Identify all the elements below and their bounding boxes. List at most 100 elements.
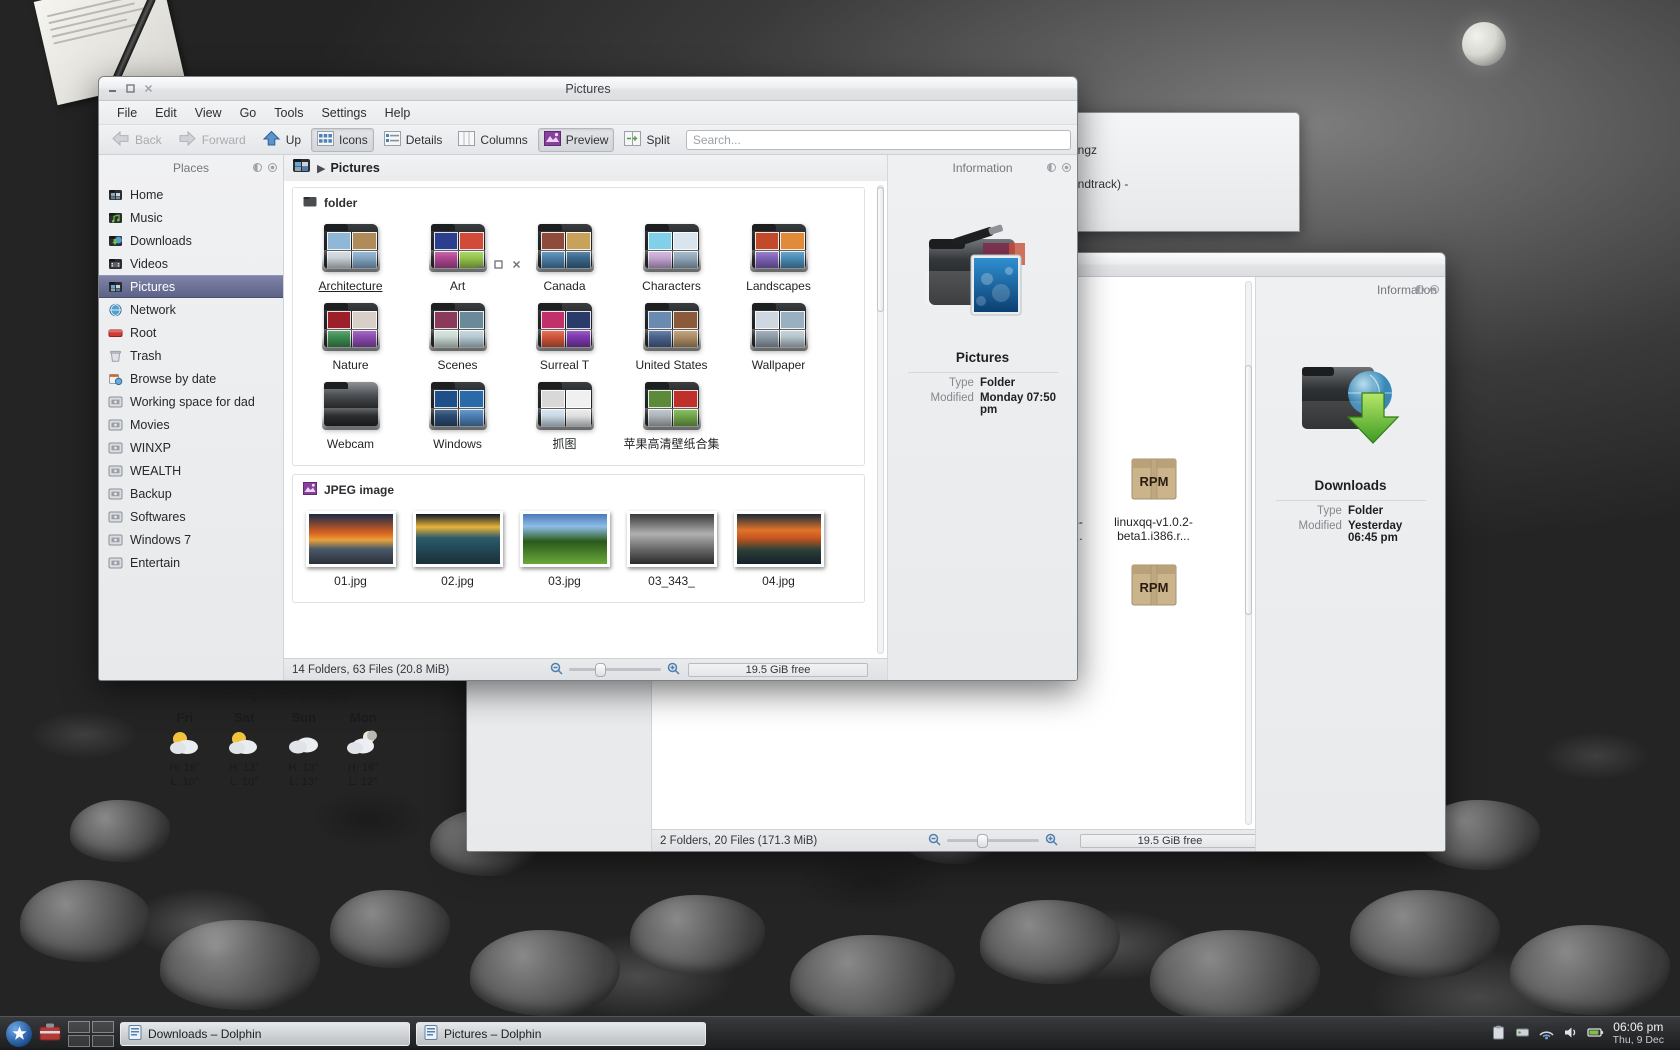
split-view-button[interactable]: Split	[618, 128, 675, 152]
pictures-menubar[interactable]: File Edit View Go Tools Settings Help	[99, 101, 1077, 125]
maximize-button[interactable]	[124, 82, 137, 95]
image-file-item[interactable]: 01.jpg	[297, 505, 404, 592]
taskbar-task-pictures[interactable]: Pictures – Dolphin	[416, 1021, 706, 1046]
sidebar-item-movies[interactable]: Movies	[99, 413, 283, 436]
folder-item[interactable]: Surreal T	[511, 297, 618, 376]
search-input[interactable]: Search...	[685, 129, 1071, 150]
sidebar-item-videos[interactable]: Videos	[99, 252, 283, 275]
folder-item[interactable]: Characters	[618, 218, 725, 297]
menu-file[interactable]: File	[109, 103, 145, 123]
folder-item[interactable]: Scenes	[404, 297, 511, 376]
file-item[interactable]: RPM	[1100, 553, 1207, 618]
downloads-zoom-slider[interactable]	[928, 833, 1058, 849]
sidebar-item-entertain[interactable]: Entertain	[99, 551, 283, 574]
pictures-information-panel[interactable]: Information Pictures Type Folder Modifie…	[887, 155, 1077, 680]
menu-help[interactable]: Help	[377, 103, 419, 123]
taskbar-task-downloads[interactable]: Downloads – Dolphin	[120, 1021, 410, 1046]
image-file-item[interactable]: 04.jpg	[725, 505, 832, 592]
zoom-in-icon[interactable]	[1045, 833, 1058, 849]
places-header-buttons[interactable]	[253, 161, 277, 175]
pictures-file-view[interactable]: folder Architecture Art Canada Characters Lan…	[284, 181, 887, 658]
sidebar-item-backup[interactable]: Backup	[99, 482, 283, 505]
background-window[interactable]: ongz undtrack) -	[1060, 112, 1300, 232]
panel-close-icon[interactable]	[1062, 161, 1071, 175]
folder-item[interactable]: Nature	[297, 297, 404, 376]
view-mode-details-button[interactable]: Details	[378, 128, 449, 152]
sidebar-item-root[interactable]: Root	[99, 321, 283, 344]
folder-item[interactable]: 抓图	[511, 376, 618, 455]
close-button[interactable]	[142, 82, 155, 95]
zoom-out-icon[interactable]	[550, 662, 563, 678]
maximize-button[interactable]	[492, 258, 505, 271]
minimize-button[interactable]	[474, 258, 487, 271]
group-items[interactable]: Architecture Art Canada Characters Landscape…	[297, 218, 860, 455]
pictures-dolphin-window[interactable]: Pictures File Edit View Go Tools Setting…	[98, 76, 1078, 681]
device-notifier-icon[interactable]	[1515, 1025, 1530, 1043]
zoom-track[interactable]	[569, 663, 661, 677]
taskbar-clock[interactable]: 06:06 pm Thu, 9 Dec	[1613, 1020, 1668, 1047]
up-button[interactable]: Up	[256, 127, 307, 153]
folder-item[interactable]: United States	[618, 297, 725, 376]
panel-collapse-icon[interactable]	[253, 161, 262, 175]
sidebar-item-home[interactable]: Home	[99, 183, 283, 206]
pictures-window-buttons[interactable]	[106, 82, 155, 95]
view-mode-columns-button[interactable]: Columns	[452, 128, 533, 152]
kde-kickoff-icon[interactable]	[6, 1020, 32, 1047]
toolbox-icon[interactable]	[38, 1020, 62, 1047]
image-file-item[interactable]: 02.jpg	[404, 505, 511, 592]
sidebar-item-trash[interactable]: Trash	[99, 344, 283, 367]
menu-settings[interactable]: Settings	[313, 103, 374, 123]
volume-icon[interactable]	[1563, 1025, 1578, 1043]
pictures-info-header-buttons[interactable]	[1047, 161, 1071, 175]
view-mode-icons-button[interactable]: Icons	[311, 127, 374, 152]
pictures-places-panel[interactable]: Places Home Music Downloads Videos Pictures N…	[99, 155, 284, 680]
taskbar[interactable]: Downloads – Dolphin Pictures – Dolphin 0…	[0, 1016, 1680, 1050]
sidebar-item-winxp[interactable]: WINXP	[99, 436, 283, 459]
sidebar-item-network[interactable]: Network	[99, 298, 283, 321]
forward-button[interactable]: Forward	[172, 127, 252, 153]
back-button[interactable]: Back	[105, 127, 168, 153]
downloads-vertical-scrollbar[interactable]	[1241, 277, 1255, 829]
preview-toggle-button[interactable]: Preview	[537, 127, 615, 152]
downloads-information-panel[interactable]: Information Downloads Type Folder Modifi…	[1255, 277, 1445, 851]
zoom-in-icon[interactable]	[667, 662, 680, 678]
folder-item[interactable]: Architecture	[297, 218, 404, 297]
panel-close-icon[interactable]	[1430, 283, 1439, 297]
folder-item[interactable]: Wallpaper	[725, 297, 832, 376]
sidebar-item-browse-by-date[interactable]: Browse by date	[99, 367, 283, 390]
menu-view[interactable]: View	[187, 103, 230, 123]
sidebar-item-working-space-for-dad[interactable]: Working space for dad	[99, 390, 283, 413]
pictures-toolbar[interactable]: Back Forward Up Icons Details Columns Pr…	[99, 125, 1077, 155]
system-tray[interactable]: 06:06 pm Thu, 9 Dec	[1491, 1020, 1674, 1047]
folder-item[interactable]: Canada	[511, 218, 618, 297]
sidebar-item-music[interactable]: Music	[99, 206, 283, 229]
minimize-button[interactable]	[106, 82, 119, 95]
downloads-info-header-buttons[interactable]	[1415, 283, 1439, 297]
sidebar-item-wealth[interactable]: WEALTH	[99, 459, 283, 482]
breadcrumb[interactable]: ▶ Pictures	[284, 155, 887, 181]
weather-widget[interactable]: Nanchang, China (Jiangxi) Fri H: 16° L: 10…	[155, 683, 393, 813]
folder-item[interactable]: 苹果高清壁纸合集	[618, 376, 725, 455]
pictures-zoom-slider[interactable]	[550, 662, 680, 678]
battery-icon[interactable]	[1586, 1025, 1604, 1043]
image-file-item[interactable]: 03_343_	[618, 505, 725, 592]
group-items[interactable]: 01.jpg 02.jpg 03.jpg 03_343_ 04.jpg	[297, 505, 860, 592]
panel-collapse-icon[interactable]	[1415, 283, 1424, 297]
places-list[interactable]: Home Music Downloads Videos Pictures Network R…	[99, 181, 283, 680]
folder-item[interactable]: Webcam	[297, 376, 404, 455]
menu-tools[interactable]: Tools	[266, 103, 311, 123]
zoom-out-icon[interactable]	[928, 833, 941, 849]
image-file-item[interactable]: 03.jpg	[511, 505, 618, 592]
menu-edit[interactable]: Edit	[147, 103, 185, 123]
pictures-vertical-scrollbar[interactable]	[873, 181, 887, 658]
panel-close-icon[interactable]	[268, 161, 277, 175]
klipper-icon[interactable]	[1491, 1025, 1506, 1043]
sidebar-item-pictures[interactable]: Pictures	[99, 275, 283, 298]
file-item[interactable]: RPM linuxqq-v1.0.2- beta1.i386.r...	[1100, 447, 1207, 547]
desktop-pager-icon[interactable]	[68, 1020, 114, 1047]
downloads-window-buttons[interactable]	[474, 258, 523, 271]
panel-collapse-icon[interactable]	[1047, 161, 1056, 175]
sidebar-item-softwares[interactable]: Softwares	[99, 505, 283, 528]
sidebar-item-windows-7[interactable]: Windows 7	[99, 528, 283, 551]
close-button[interactable]	[510, 258, 523, 271]
